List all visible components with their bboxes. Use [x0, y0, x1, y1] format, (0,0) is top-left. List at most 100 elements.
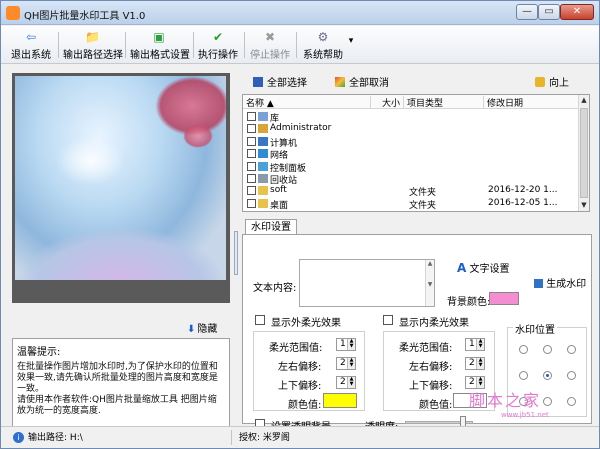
- row-checkbox[interactable]: [247, 186, 256, 196]
- file-name: 桌面: [270, 200, 289, 211]
- position-top-center-radio[interactable]: [543, 345, 552, 354]
- user-icon: [258, 124, 268, 134]
- folder-icon: [258, 186, 268, 196]
- select-all-button[interactable]: 全部选择: [253, 74, 307, 89]
- title-bar[interactable]: QH图片批量水印工具 V1.0 — ▭ ✕: [1, 1, 599, 25]
- exit-button[interactable]: ⇦ 退出系统: [9, 28, 53, 62]
- row-checkbox[interactable]: [247, 136, 256, 146]
- close-button[interactable]: ✕: [560, 4, 594, 20]
- inner-glow-label: 显示内柔光效果: [399, 318, 469, 329]
- license-status: 授权: 米罗阁: [239, 433, 290, 443]
- position-bottom-center-radio[interactable]: [543, 397, 552, 406]
- inner-glow-checkbox[interactable]: [383, 315, 393, 325]
- file-list-row[interactable]: 回收站: [243, 173, 580, 186]
- inner-left-spinner[interactable]: 2 ▲ ▼: [465, 357, 485, 370]
- row-checkbox[interactable]: [247, 198, 256, 208]
- stop-button[interactable]: ✖ 停止操作: [249, 28, 291, 62]
- file-list[interactable]: 名称 ▲ 大小 项目类型 修改日期 库 Administrator 计算机 网络控制面…: [242, 94, 590, 212]
- control-panel-icon: [258, 161, 268, 171]
- scroll-up-icon[interactable]: ▲: [579, 95, 589, 106]
- outer-color-swatch[interactable]: [323, 393, 357, 408]
- row-checkbox[interactable]: [247, 161, 256, 171]
- position-center-radio[interactable]: [543, 371, 552, 380]
- position-top-left-radio[interactable]: [519, 345, 528, 354]
- scroll-thumb[interactable]: [580, 108, 588, 198]
- folder-up-icon: [535, 77, 545, 87]
- generate-watermark-button[interactable]: 生成水印: [534, 275, 586, 290]
- col-name[interactable]: 名称 ▲: [243, 96, 371, 109]
- toolbar-separator: [296, 32, 297, 58]
- exit-icon: ⇦: [25, 30, 37, 44]
- font-a-icon: A: [457, 261, 467, 275]
- down-arrow-icon: ⬇: [187, 324, 196, 335]
- file-type: 文件夹: [409, 200, 437, 211]
- col-date[interactable]: 修改日期: [484, 96, 580, 109]
- output-path-button[interactable]: 📁 输出路径选择: [63, 28, 123, 62]
- outer-range-spinner[interactable]: 1 ▲ ▼: [336, 338, 356, 351]
- outer-range-label: 柔光范围值:: [269, 343, 323, 354]
- row-checkbox[interactable]: [247, 174, 256, 183]
- inner-color-label: 颜色值:: [419, 400, 453, 411]
- file-list-row[interactable]: 桌面 文件夹 2016-12-05 1...: [243, 198, 580, 211]
- position-middle-right-radio[interactable]: [567, 371, 576, 380]
- help-gear-icon: ⚙: [317, 30, 329, 44]
- outer-glow-checkbox[interactable]: [255, 315, 265, 325]
- watermark-logo: 脚本之家: [469, 391, 542, 410]
- outer-glow-label: 显示外柔光效果: [271, 318, 341, 329]
- outer-top-spinner[interactable]: 2 ▲ ▼: [336, 376, 356, 389]
- folder-icon: [258, 198, 268, 208]
- position-top-right-radio[interactable]: [567, 345, 576, 354]
- file-list-row[interactable]: soft 文件夹 2016-12-20 1...: [243, 185, 580, 198]
- col-size[interactable]: 大小: [371, 96, 404, 109]
- transparency-slider[interactable]: [405, 416, 473, 429]
- file-list-row[interactable]: 控制面板: [243, 161, 580, 174]
- file-list-header: 名称 ▲ 大小 项目类型 修改日期: [243, 95, 580, 109]
- file-list-row[interactable]: 网络: [243, 148, 580, 161]
- row-checkbox[interactable]: [247, 124, 256, 134]
- position-bottom-right-radio[interactable]: [567, 397, 576, 406]
- computer-icon: [258, 136, 268, 146]
- app-logo-icon: [6, 6, 20, 20]
- text-settings-button[interactable]: A 文字设置: [457, 260, 509, 275]
- toolbar-separator: [125, 32, 126, 58]
- file-list-scrollbar[interactable]: ▲ ▼: [578, 95, 589, 211]
- deselect-all-button[interactable]: 全部取消: [335, 74, 389, 89]
- text-content-label: 文本内容:: [253, 283, 297, 294]
- up-button[interactable]: 向上: [535, 74, 569, 89]
- maximize-button[interactable]: ▭: [538, 4, 560, 20]
- toolbar-separator: [244, 32, 245, 58]
- row-checkbox[interactable]: [247, 149, 256, 159]
- row-checkbox[interactable]: [247, 112, 256, 121]
- file-name: 库: [270, 114, 280, 124]
- text-content-input[interactable]: ▲ ▼: [299, 259, 435, 307]
- col-type[interactable]: 项目类型: [404, 96, 484, 109]
- scroll-down-icon[interactable]: ▼: [579, 200, 589, 211]
- minimize-button[interactable]: —: [516, 4, 538, 20]
- tab-watermark-settings[interactable]: 水印设置: [245, 219, 297, 235]
- stop-x-icon: ✖: [264, 30, 276, 44]
- bg-color-swatch[interactable]: [489, 292, 519, 305]
- position-middle-left-radio[interactable]: [519, 371, 528, 380]
- inner-range-spinner[interactable]: 1 ▲ ▼: [465, 338, 485, 351]
- file-name: 控制面板: [270, 163, 307, 174]
- list-select-icon: [253, 77, 263, 87]
- help-dropdown-arrow[interactable]: ▾: [346, 36, 356, 70]
- execute-button[interactable]: ✔ 执行操作: [197, 28, 239, 62]
- folder-path-icon: 📁: [85, 30, 100, 44]
- file-list-row[interactable]: Administrator: [243, 123, 580, 135]
- splitter-grip[interactable]: [234, 231, 238, 275]
- file-list-row[interactable]: 库: [243, 111, 580, 124]
- pane-splitter[interactable]: [233, 69, 239, 425]
- library-icon: [258, 112, 268, 121]
- hide-toggle[interactable]: ⬇ 隐藏: [187, 320, 217, 335]
- textarea-scrollbar[interactable]: ▲ ▼: [425, 260, 434, 306]
- file-list-row[interactable]: 计算机: [243, 136, 580, 149]
- output-path-status: i 输出路径: H:\: [13, 430, 83, 443]
- watermark-position-label: 水印位置: [513, 321, 557, 336]
- outer-left-spinner[interactable]: 2 ▲ ▼: [336, 357, 356, 370]
- file-name: 计算机: [270, 138, 298, 149]
- help-button[interactable]: ⚙ 系统帮助: [301, 28, 345, 62]
- bg-color-label: 背景颜色:: [447, 297, 491, 308]
- output-format-button[interactable]: ▣ 输出格式设置: [130, 28, 190, 62]
- toolbar: ⇦ 退出系统 📁 输出路径选择 ▣ 输出格式设置 ✔ 执行操作 ✖ 停止操作 ⚙…: [1, 26, 599, 64]
